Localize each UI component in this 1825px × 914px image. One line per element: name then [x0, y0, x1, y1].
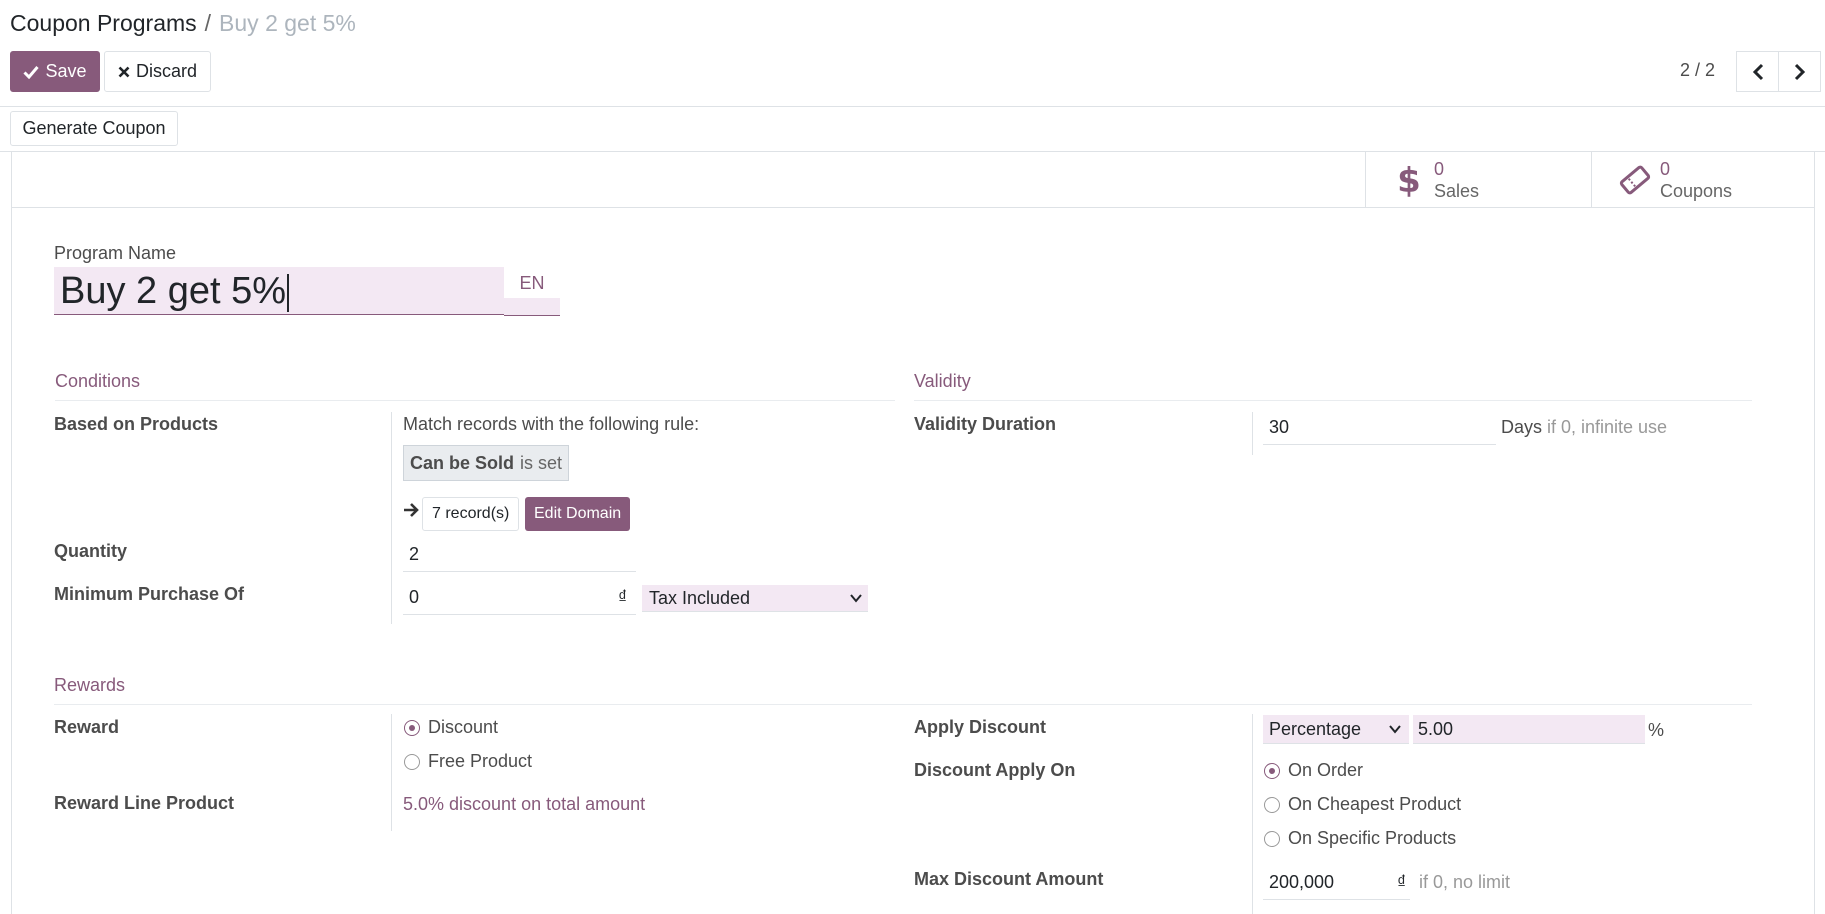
minimum-purchase-input[interactable]: 0: [409, 587, 419, 608]
coupons-label: Coupons: [1660, 181, 1733, 201]
discard-label: Discard: [135, 61, 197, 81]
program-name-input[interactable]: Buy 2 get 5%: [54, 267, 504, 315]
discount-percentage-input[interactable]: 5.00: [1413, 715, 1645, 744]
conditions-section-title: Conditions: [55, 371, 895, 401]
coupons-count: 0: [1660, 159, 1671, 179]
save-label: Save: [45, 61, 87, 81]
validity-hint: if 0, infinite use: [1547, 417, 1668, 437]
apply-on-specific-radio[interactable]: [1264, 831, 1280, 847]
svg-text:$: $: [1398, 163, 1420, 197]
apply-on-cheapest-radio[interactable]: [1264, 797, 1280, 813]
domain-operator: is set: [520, 452, 563, 473]
quantity-label: Quantity: [54, 541, 128, 561]
minimum-purchase-label: Minimum Purchase Of: [54, 584, 245, 604]
validity-section-title: Validity: [914, 371, 1752, 401]
reward-label: Reward: [54, 717, 120, 737]
discount-type-value: Percentage: [1269, 719, 1362, 739]
dollar-icon: $: [1398, 163, 1420, 197]
sales-label: Sales: [1434, 181, 1480, 201]
max-discount-hint: if 0, no limit: [1419, 872, 1511, 892]
apply-on-cheapest-label[interactable]: On Cheapest Product: [1288, 794, 1461, 815]
chevron-right-icon: [1794, 63, 1805, 80]
pager-value[interactable]: 2 / 2: [1680, 60, 1715, 81]
button-box: $ 0 Sales 0 Coupons: [12, 152, 1814, 208]
pager-previous-button[interactable]: [1736, 51, 1779, 92]
reward-line-product-link[interactable]: 5.0% discount on total amount: [403, 794, 645, 815]
rewards-section-title: Rewards: [54, 675, 1752, 705]
tax-mode-select[interactable]: Tax Included: [642, 585, 868, 612]
arrow-right-icon: [404, 503, 419, 517]
validity-duration-input[interactable]: 30: [1269, 417, 1289, 438]
reward-free-product-label[interactable]: Free Product: [428, 751, 532, 772]
validity-unit: Days: [1501, 417, 1543, 437]
discard-button[interactable]: Discard: [104, 51, 211, 92]
language-button[interactable]: EN: [504, 268, 560, 298]
apply-on-order-label[interactable]: On Order: [1288, 760, 1363, 781]
percent-symbol: %: [1648, 720, 1665, 740]
reward-line-product-label: Reward Line Product: [54, 793, 235, 813]
based-on-products-label: Based on Products: [54, 414, 219, 434]
status-bar: Generate Coupon: [0, 107, 1825, 152]
max-discount-input[interactable]: 200,000: [1269, 872, 1334, 893]
reward-discount-label[interactable]: Discount: [428, 717, 498, 738]
apply-discount-label: Apply Discount: [914, 717, 1047, 737]
coupons-stat-button[interactable]: 0 Coupons: [1591, 152, 1817, 208]
validity-duration-label: Validity Duration: [914, 414, 1057, 434]
breadcrumb-separator: /: [204, 10, 212, 36]
form-view: Coupon Programs / Buy 2 get 5% Save Discar…: [0, 0, 1825, 914]
chevron-left-icon: [1752, 63, 1763, 80]
program-name-value: Buy 2 get 5%: [60, 270, 287, 312]
currency-symbol: ₫: [618, 587, 628, 607]
tax-mode-value: Tax Included: [649, 588, 751, 608]
max-discount-label: Max Discount Amount: [914, 869, 1104, 889]
reward-discount-radio[interactable]: [404, 720, 420, 736]
program-name-label: Program Name: [54, 243, 177, 263]
edit-domain-button[interactable]: Edit Domain: [525, 497, 631, 531]
chevron-down-icon: [1389, 725, 1401, 734]
discount-type-select[interactable]: Percentage: [1263, 715, 1409, 744]
sales-count: 0: [1434, 159, 1445, 179]
max-discount-currency: ₫: [1397, 872, 1407, 892]
discount-apply-on-label: Discount Apply On: [914, 760, 1076, 780]
save-button[interactable]: Save: [10, 51, 100, 92]
reward-free-product-radio[interactable]: [404, 754, 420, 770]
breadcrumb: Coupon Programs / Buy 2 get 5%: [10, 10, 356, 37]
control-panel: Coupon Programs / Buy 2 get 5% Save Discar…: [0, 0, 1825, 107]
apply-on-specific-label[interactable]: On Specific Products: [1288, 828, 1456, 849]
domain-rule-text: Match records with the following rule:: [403, 414, 700, 434]
check-icon: [23, 65, 40, 79]
domain-field: Can be Sold: [410, 452, 515, 473]
breadcrumb-parent[interactable]: Coupon Programs: [10, 10, 197, 36]
domain-tree[interactable]: Can be Sold is set: [403, 445, 570, 481]
quantity-input[interactable]: 2: [409, 544, 419, 565]
breadcrumb-current: Buy 2 get 5%: [219, 10, 356, 36]
records-count-button[interactable]: 7 record(s): [422, 497, 520, 531]
ticket-icon: [1619, 165, 1651, 195]
generate-coupon-button[interactable]: Generate Coupon: [10, 111, 178, 146]
pager-next-button[interactable]: [1778, 51, 1821, 92]
sales-stat-button[interactable]: $ 0 Sales: [1365, 152, 1591, 208]
apply-on-order-radio[interactable]: [1264, 763, 1280, 779]
chevron-down-icon: [850, 594, 862, 603]
close-icon: [118, 66, 130, 77]
form-sheet: $ 0 Sales 0 Coupons Program Name Buy 2 get…: [11, 152, 1815, 914]
